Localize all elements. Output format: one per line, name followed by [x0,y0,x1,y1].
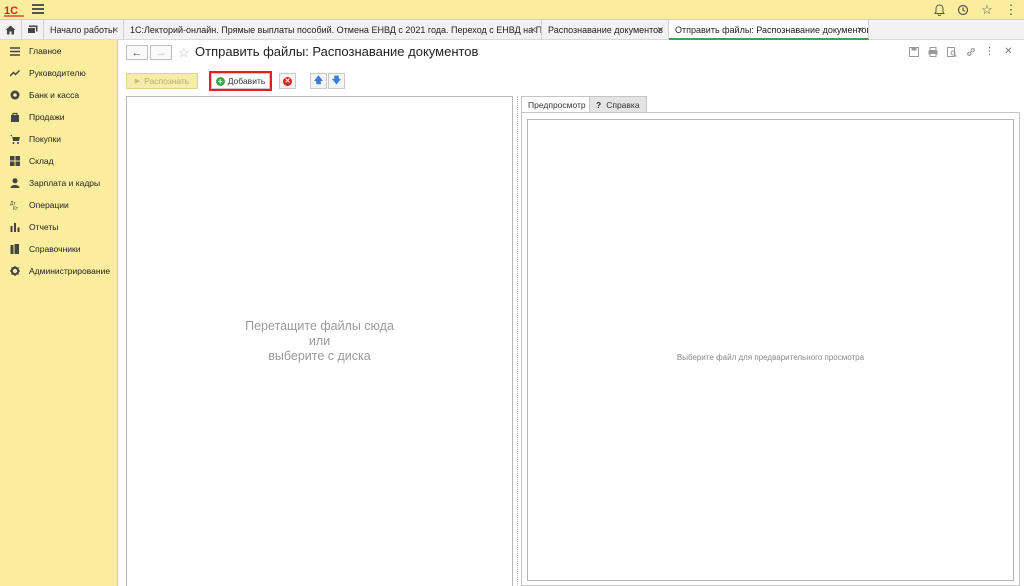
cart-icon [10,134,20,144]
help-icon: ? [596,100,602,110]
file-drop-zone[interactable]: Перетащите файлы сюда или выберите с дис… [126,96,513,586]
page-title: Отправить файлы: Распознавание документо… [195,44,479,59]
top-bar: 1С ☆ ⋮ [0,0,1024,20]
sidebar-item-administration[interactable]: Администрирование [0,260,118,282]
choose-from-disk-link[interactable]: выберите с диска [127,349,512,364]
navigation-buttons: ← → [126,45,172,60]
books-icon [10,244,20,254]
arrow-right-icon: → [155,46,167,59]
more-actions-icon[interactable]: ⋮ [984,46,995,57]
sidebar-item-label: Главное [29,46,62,56]
sidebar-item-label: Зарплата и кадры [29,178,101,188]
close-icon[interactable]: ✕ [856,20,864,38]
sidebar-item-purchases[interactable]: Покупки [0,128,118,150]
person-icon [10,178,20,188]
warehouse-icon [10,156,20,166]
plus-icon: + [215,76,225,86]
move-up-button[interactable]: 🡅 [310,73,327,89]
main-menu-icon[interactable] [32,4,44,16]
sidebar-item-manager[interactable]: Руководителю [0,62,118,84]
trend-icon [10,68,20,78]
svg-text:Кт: Кт [13,206,19,210]
coins-icon [10,90,20,100]
sidebar-item-reports[interactable]: Отчеты [0,216,118,238]
sidebar-item-directories[interactable]: Справочники [0,238,118,260]
sidebar-item-operations[interactable]: Дт Кт Операции [0,194,118,216]
tab-help[interactable]: ? Справка [589,96,647,113]
sidebar-item-sales[interactable]: Продажи [0,106,118,128]
bar-chart-icon [10,222,20,232]
sidebar-item-label: Склад [29,156,54,166]
tab-lecture[interactable]: 1С:Лекторий-онлайн. Прямые выплаты пособ… [124,20,542,40]
bag-icon [10,112,20,122]
sidebar-item-salary[interactable]: Зарплата и кадры [0,172,118,194]
favorites-star-icon[interactable]: ☆ [980,2,994,18]
menu-lines-icon [10,46,20,56]
forward-button[interactable]: → [150,45,172,60]
close-form-icon[interactable]: ✕ [1003,46,1014,57]
delete-button[interactable]: ✕ [279,73,296,89]
favorite-star-icon[interactable]: ☆ [178,45,190,61]
svg-text:1С: 1С [4,5,18,17]
tab-preview[interactable]: Предпросмотр [521,96,593,113]
save-icon[interactable] [908,46,919,57]
tab-send-files[interactable]: Отправить файлы: Распознавание документо… [669,20,869,40]
history-icon[interactable] [956,2,970,18]
tab-recognition[interactable]: Распознавание документов ✕ [542,20,669,40]
tab-start[interactable]: Начало работы ✕ [44,20,124,40]
add-button[interactable]: + Добавить [209,71,272,91]
close-icon[interactable]: ✕ [111,20,119,40]
preview-panel: Выберите файл для предварительного просм… [521,112,1020,586]
arrow-left-icon: ← [131,46,143,59]
sidebar-item-label: Операции [29,200,69,210]
arrow-up-icon: 🡅 [313,75,324,85]
drop-hint: Перетащите файлы сюда или выберите с дис… [127,319,512,364]
home-icon[interactable] [0,20,22,40]
form-tools: ⋮ ✕ [908,46,1014,57]
panel-splitter[interactable] [517,96,518,586]
sidebar-item-label: Руководителю [29,68,86,78]
back-button[interactable]: ← [126,45,148,60]
sidebar: Главное Руководителю Банк и касса Продаж… [0,40,118,586]
sidebar-item-label: Банк и касса [29,90,80,100]
more-icon[interactable]: ⋮ [1004,2,1018,18]
print-icon[interactable] [927,46,938,57]
close-icon[interactable]: ✕ [529,20,537,40]
sidebar-item-bank[interactable]: Банк и касса [0,84,118,106]
arrow-down-icon: 🡇 [331,75,342,85]
recognize-button[interactable]: ▶ Распознать [126,73,198,89]
app-logo[interactable]: 1С [4,3,26,17]
preview-frame: Выберите файл для предварительного просм… [527,119,1014,581]
tabs-bar: Начало работы ✕ 1С:Лекторий-онлайн. Прямы… [0,20,1024,40]
link-icon[interactable] [965,46,976,57]
sidebar-item-main[interactable]: Главное [0,40,118,62]
delete-icon: ✕ [283,76,292,86]
sidebar-item-warehouse[interactable]: Склад [0,150,118,172]
preview-placeholder: Выберите файл для предварительного просм… [676,353,865,362]
open-windows-icon[interactable] [22,20,44,40]
operations-icon: Дт Кт [10,200,20,210]
sidebar-item-label: Покупки [29,134,61,144]
sidebar-item-label: Справочники [29,244,81,254]
play-icon: ▶ [134,78,141,85]
close-icon[interactable]: ✕ [656,20,664,40]
bell-icon[interactable] [932,2,946,18]
sidebar-item-label: Администрирование [29,266,111,276]
search-icon[interactable] [946,46,957,57]
sidebar-item-label: Продажи [29,112,65,122]
sidebar-item-label: Отчеты [29,222,59,232]
move-down-button[interactable]: 🡇 [328,73,345,89]
gear-icon [10,266,20,276]
